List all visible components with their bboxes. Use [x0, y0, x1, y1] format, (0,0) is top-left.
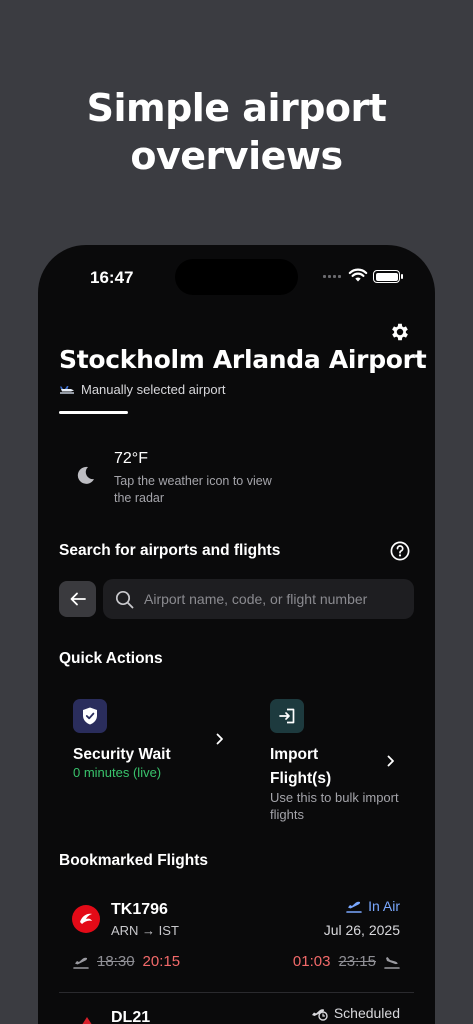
- shield-icon-tile: [73, 699, 107, 733]
- weather-hint: Tap the weather icon to view the radar: [114, 474, 272, 505]
- bookmarked-flights-title: Bookmarked Flights: [59, 852, 208, 869]
- import-title-line-1: Import: [270, 746, 319, 763]
- back-button[interactable]: [59, 581, 96, 617]
- moon-icon[interactable]: [75, 465, 95, 485]
- plane-clock-icon: [311, 1009, 328, 1021]
- flight-number: TK1796: [111, 901, 168, 918]
- search-section-title: Search for airports and flights: [59, 542, 281, 559]
- airport-subtitle-text: Manually selected airport: [81, 382, 226, 397]
- flight-route: ARN → IST: [111, 923, 179, 938]
- plane-arrival-icon: [384, 956, 400, 969]
- battery-icon: [373, 270, 403, 283]
- promo-headline: Simple airport overviews: [0, 84, 473, 180]
- turkish-airlines-logo: [72, 905, 100, 933]
- flight-number: DL21: [111, 1009, 151, 1024]
- dynamic-island: [175, 259, 298, 295]
- import-icon-tile: [270, 699, 304, 733]
- cellular-signal-icon: [323, 275, 341, 278]
- import-title-line-2: Flight(s): [270, 770, 332, 787]
- flight-date: Jul 26, 2025: [323, 922, 400, 938]
- arrival-actual: 01:03: [292, 953, 331, 970]
- bookmarked-flight-row[interactable]: DL21 Scheduled: [59, 992, 414, 1024]
- security-wait-title: Security Wait: [73, 746, 171, 763]
- flight-status-text: Scheduled: [333, 1005, 400, 1021]
- flight-status: In Air: [346, 898, 400, 914]
- security-wait-card[interactable]: Security Wait 0 minutes (live): [59, 697, 234, 837]
- import-icon: [279, 708, 295, 724]
- help-icon[interactable]: [390, 541, 410, 561]
- chevron-right-icon: [387, 755, 394, 767]
- airport-title: Stockholm Arlanda Airport: [59, 345, 427, 374]
- bird-icon: [80, 913, 92, 924]
- promo-line-2: overviews: [130, 134, 343, 178]
- phone-screen: 16:47 Stockholm Arlanda Airport Manually…: [38, 245, 435, 1024]
- bookmarked-flight-row[interactable]: TK1796 ARN → IST In Air Jul 26, 2025 18:…: [59, 893, 414, 991]
- status-time: 16:47: [90, 268, 134, 287]
- arrival-times: 01:03 23:15: [293, 953, 400, 970]
- arrival-scheduled: 23:15: [338, 953, 376, 970]
- airplane-icon: [60, 385, 74, 394]
- plane-departure-icon: [73, 957, 89, 969]
- chevron-right-icon: [216, 733, 223, 745]
- import-flights-description: Use this to bulk import flights: [270, 790, 399, 822]
- flight-status-text: In Air: [368, 898, 400, 914]
- plane-takeoff-icon: [346, 901, 362, 913]
- search-field[interactable]: [103, 579, 414, 619]
- import-flights-card[interactable]: Import Flight(s) Use this to bulk import…: [256, 697, 431, 837]
- delta-logo: [78, 1017, 96, 1024]
- header-divider: [59, 411, 128, 414]
- security-wait-status: 0 minutes (live): [73, 765, 162, 780]
- quick-actions-title: Quick Actions: [59, 650, 163, 667]
- search-icon: [115, 590, 134, 608]
- search-input[interactable]: [144, 591, 404, 607]
- promo-line-1: Simple airport: [86, 86, 387, 130]
- flight-status: Scheduled: [310, 1005, 400, 1021]
- departure-scheduled: 18:30: [97, 953, 135, 970]
- departure-actual: 20:15: [142, 953, 181, 970]
- departure-times: 18:30 20:15: [73, 953, 180, 970]
- arrow-left-icon: [70, 592, 86, 606]
- wifi-icon: [348, 268, 368, 282]
- shield-check-icon: [83, 707, 97, 725]
- import-flights-title: Import Flight(s): [270, 743, 331, 791]
- airport-subtitle: Manually selected airport: [59, 382, 226, 397]
- gear-icon[interactable]: [389, 321, 411, 343]
- temperature: 72°F: [114, 450, 148, 467]
